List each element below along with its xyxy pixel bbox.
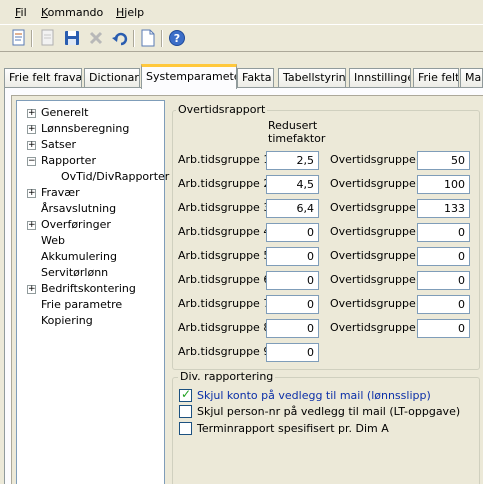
undo-icon[interactable]: [110, 28, 130, 48]
settings-tree: + Generelt + Lønnsberegning + Satser − R…: [16, 100, 169, 484]
column-header: timefaktor: [268, 132, 326, 145]
document-icon[interactable]: [38, 28, 58, 48]
arb-tidsgruppe-label: Arb.tidsgruppe 2: [178, 177, 271, 190]
arb-tidsgruppe-input[interactable]: 0: [266, 223, 319, 242]
overtidsgruppe-label: Overtidsgruppe 8: [330, 321, 427, 334]
toolbar-separator: [161, 30, 163, 47]
expand-icon[interactable]: +: [27, 221, 36, 230]
expand-icon[interactable]: +: [27, 125, 36, 134]
skjul-konto-checkbox-row[interactable]: ✓ Skjul konto på vedlegg til mail (lønns…: [178, 387, 468, 403]
tab-frie-felt[interactable]: Frie felt: [413, 68, 459, 88]
arb-tidsgruppe-label: Arb.tidsgruppe 4: [178, 225, 271, 238]
menu-hjelp[interactable]: Hjelp: [116, 6, 144, 19]
tab-systemparameter[interactable]: Systemparameter: [141, 64, 237, 89]
menu-bar: Fil Kommando Hjelp: [0, 0, 483, 24]
delete-icon[interactable]: [86, 28, 106, 48]
checkbox[interactable]: ✓: [179, 387, 192, 402]
arb-tidsgruppe-label: Arb.tidsgruppe 6: [178, 273, 271, 286]
arb-tidsgruppe-label: Arb.tidsgruppe 8: [178, 321, 271, 334]
checkbox[interactable]: [179, 405, 192, 418]
tab-dictionary[interactable]: Dictionary: [84, 68, 140, 88]
overtidsgruppe-label: Overtidsgruppe 2: [330, 177, 427, 190]
overtidsgruppe-input[interactable]: 50: [417, 151, 470, 170]
expand-icon[interactable]: +: [27, 189, 36, 198]
svg-text:?: ?: [174, 32, 180, 45]
checkmark-icon: ✓: [181, 387, 192, 401]
overtidsrapport-title: Overtidsrapport: [176, 103, 268, 116]
overtidsgruppe-label: Overtidsgruppe 3: [330, 201, 427, 214]
tab-male[interactable]: Male: [460, 68, 483, 88]
page-icon[interactable]: [9, 28, 29, 48]
arb-tidsgruppe-label: Arb.tidsgruppe 7: [178, 297, 271, 310]
arb-tidsgruppe-input[interactable]: 0: [266, 343, 319, 362]
arb-tidsgruppe-input[interactable]: 0: [266, 295, 319, 314]
toolbar-separator: [133, 30, 135, 47]
overtidsgruppe-input[interactable]: 133: [417, 199, 470, 218]
save-icon[interactable]: [62, 28, 82, 48]
overtidsgruppe-label: Overtidsgruppe 7: [330, 297, 427, 310]
toolbar: ?: [0, 24, 483, 52]
arb-tidsgruppe-label: Arb.tidsgruppe 5: [178, 249, 271, 262]
tab-fakta[interactable]: Fakta: [237, 68, 274, 88]
overtidsgruppe-label: Overtidsgruppe 1: [330, 153, 427, 166]
overtidsgruppe-input[interactable]: 0: [417, 319, 470, 338]
overtidsgruppe-input[interactable]: 0: [417, 295, 470, 314]
arb-tidsgruppe-input[interactable]: 6,4: [266, 199, 319, 218]
arb-tidsgruppe-label: Arb.tidsgruppe 1: [178, 153, 271, 166]
arb-tidsgruppe-label: Arb.tidsgruppe 9: [178, 345, 271, 358]
overtidsgruppe-label: Overtidsgruppe 4: [330, 225, 427, 238]
div-rapportering-title: Div. rapportering: [178, 370, 276, 383]
expand-icon[interactable]: +: [27, 285, 36, 294]
overtidsgruppe-input[interactable]: 0: [417, 247, 470, 266]
collapse-icon[interactable]: −: [27, 157, 36, 166]
checkbox[interactable]: [179, 422, 192, 435]
arb-tidsgruppe-input[interactable]: 2,5: [266, 151, 319, 170]
overtidsgruppe-input[interactable]: 0: [417, 223, 470, 242]
tab-innstillinger[interactable]: Innstillinger: [349, 68, 411, 88]
help-icon[interactable]: ?: [167, 28, 187, 48]
overtidsgruppe-input[interactable]: 0: [417, 271, 470, 290]
menu-kommando[interactable]: Kommando: [41, 6, 103, 19]
arb-tidsgruppe-input[interactable]: 0: [266, 271, 319, 290]
new-page-icon[interactable]: [138, 28, 158, 48]
overtidsgruppe-label: Overtidsgruppe 5: [330, 249, 427, 262]
terminrapport-checkbox-row[interactable]: Terminrapport spesifisert pr. Dim A: [178, 421, 468, 436]
expand-icon[interactable]: +: [27, 141, 36, 150]
tab-strip: Frie felt fravær Dictionary Systemparame…: [0, 64, 483, 89]
column-header: Redusert: [268, 119, 318, 132]
expand-icon[interactable]: +: [27, 109, 36, 118]
overtidsgruppe-input[interactable]: 100: [417, 175, 470, 194]
arb-tidsgruppe-input[interactable]: 0: [266, 319, 319, 338]
menu-fil[interactable]: Fil: [15, 6, 27, 19]
overtidsgruppe-label: Overtidsgruppe 6: [330, 273, 427, 286]
arb-tidsgruppe-input[interactable]: 0: [266, 247, 319, 266]
tab-tabellstyring[interactable]: Tabellstyring: [278, 68, 346, 88]
arb-tidsgruppe-label: Arb.tidsgruppe 3: [178, 201, 271, 214]
skjul-person-nr-checkbox-row[interactable]: Skjul person-nr på vedlegg til mail (LT-…: [178, 404, 468, 419]
arb-tidsgruppe-input[interactable]: 4,5: [266, 175, 319, 194]
toolbar-separator: [31, 30, 33, 47]
tab-frie-felt-fravaer[interactable]: Frie felt fravær: [4, 68, 82, 88]
